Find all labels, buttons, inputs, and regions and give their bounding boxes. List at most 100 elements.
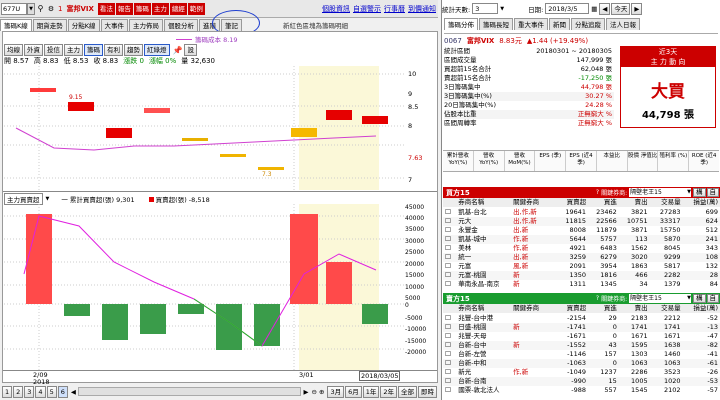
today-button[interactable]: 今天 (611, 2, 631, 15)
help-icon[interactable]: ? (596, 189, 599, 196)
table-row[interactable]: ☐ 凱基-城中 作,新 5644 5757 113 5870 241 (443, 235, 720, 244)
tool-button-5[interactable]: 總經 (169, 2, 187, 15)
sell-btn-2[interactable]: 自 (706, 294, 719, 303)
tool-button-3[interactable]: 籌碼 (133, 2, 151, 15)
link-calendar[interactable]: 行事曆 (384, 4, 405, 14)
tool-button-4[interactable]: 主力 (151, 2, 169, 15)
help-icon[interactable]: ? (596, 295, 599, 302)
table-row[interactable]: ☐ 元大 出,作,新 11815 22566 10751 33317 624 (443, 217, 720, 226)
tab-inst-daily[interactable]: 法人日報 (606, 18, 640, 30)
buy-btn-2[interactable]: 自 (706, 188, 719, 197)
table-row[interactable]: ☐ 元富-桃園新 1350 1816 466 2282 28 (443, 271, 720, 280)
page-4[interactable]: 4 (35, 385, 46, 398)
range-all[interactable]: 全部 (398, 385, 417, 398)
bottom-bar: 1 2 3 4 5 6 ◀ ▶ ⊖ ⊕ 3月 6月 1年 2年 全部 即時 (2, 385, 438, 398)
tool-button-1[interactable]: 看法 (97, 2, 115, 15)
table-row[interactable]: ☐ 台新-台中新 -1552 43 1595 1638 -82 (443, 341, 720, 350)
range-live[interactable]: 即時 (418, 385, 437, 398)
sell-filter-select[interactable]: 隔壁老王15 (629, 294, 688, 303)
candle (144, 108, 170, 113)
buy-filter-select[interactable]: 隔壁老王15 (629, 188, 688, 197)
flow-bar (102, 304, 128, 340)
btn-trend[interactable]: 趨勢 (124, 44, 143, 56)
buy-btn-1[interactable]: 構 (693, 188, 706, 197)
dropdown-arrow-icon[interactable]: ▼ (687, 294, 691, 303)
tool-button-2[interactable]: 報告 (115, 2, 133, 15)
stock-input[interactable]: 677U (1, 2, 27, 15)
search-icon[interactable]: ⚲ (35, 3, 46, 15)
btn-light[interactable]: 紅綠燈 (144, 44, 170, 56)
range-1y[interactable]: 1年 (362, 385, 380, 398)
trend-badge: 近3天 主 力 動 向 大買 44,798 張 (620, 46, 716, 128)
table-row[interactable]: ☐ 新光 作,新 -1049 1237 2286 3523 -26 (443, 368, 720, 377)
btn-settings[interactable]: 設 (184, 44, 197, 56)
table-row[interactable]: ☐ 日盛-桃園新 -1741 0 1741 1741 -13 (443, 323, 720, 332)
tab-chip-term[interactable]: 籌碼長短 (479, 18, 513, 30)
ohlc-readout: 開 8.57 高 8.83 低 8.53 收 8.83 漲跌 0 漲幅 0% 量 32,6… (4, 57, 215, 65)
table-row[interactable]: ☐ 台新-台南 -990 15 1005 1020 -53 (443, 377, 720, 386)
page-2[interactable]: 2 (13, 385, 24, 398)
stat-row: 3日籌碼集中 44,798 張 (444, 83, 612, 91)
dropdown-arrow-icon[interactable]: ▼ (46, 196, 50, 202)
scrollbar[interactable] (77, 387, 301, 396)
zoom-in-icon[interactable]: ⊕ (319, 388, 324, 396)
tab-chip-dist[interactable]: 籌碼分佈 (444, 18, 478, 30)
table-row[interactable]: ☐ 兆豐-天母 -1671 0 1671 1671 -47 (443, 332, 720, 341)
table-row[interactable]: ☐ 美林 作,新 4921 6483 1562 8045 343 (443, 244, 720, 253)
tab-analysis[interactable]: 個股分析 (164, 19, 199, 31)
btn-trust[interactable]: 投信 (44, 44, 63, 56)
scroll-right-icon[interactable]: ▶ (304, 388, 309, 396)
tab-branch-k[interactable]: 分點K線 (67, 19, 100, 31)
btn-chip[interactable]: 籌碼 (84, 44, 103, 56)
page-6[interactable]: 6 (57, 385, 68, 398)
btn-ma[interactable]: 均線 (4, 44, 23, 56)
link-price-alert[interactable]: 到價通知 (408, 4, 436, 14)
link-watch-alert[interactable]: 自選警示 (353, 4, 381, 14)
link-stock-info[interactable]: 個股資訊 (322, 4, 350, 14)
page-3[interactable]: 3 (24, 385, 35, 398)
stats-list: 統計區間 20180301 ~ 20180305 區間成交量 147,999 張 買… (444, 47, 614, 128)
right-toolbar: 統計天數: 3 ▼ 日期: 2018/3/5 ▦ ◀ 今天 ▶ (442, 2, 720, 15)
period-select[interactable]: 3 (472, 3, 499, 14)
page-1[interactable]: 1 (2, 385, 13, 398)
page-5[interactable]: 5 (46, 385, 57, 398)
table-row[interactable]: ☐ 華南永昌-南京新 1311 1345 34 1379 84 (443, 280, 720, 289)
tab-main-layout[interactable]: 主力佈局 (129, 19, 164, 31)
prev-icon[interactable]: ◀ (599, 2, 611, 15)
tab-branch-track[interactable]: 分點追蹤 (571, 18, 605, 30)
range-3m[interactable]: 3月 (327, 385, 345, 398)
price-chart: 9.15 7.3 (4, 66, 404, 190)
tool-button-6[interactable]: 範例 (187, 2, 205, 15)
sell-btn-1[interactable]: 構 (693, 294, 706, 303)
table-row[interactable]: ☐ 台新-左營 -1146 157 1303 1460 -41 (443, 350, 720, 359)
dropdown-arrow-icon[interactable]: ▼ (500, 6, 504, 12)
range-6m[interactable]: 6月 (345, 385, 362, 398)
tab-chip-k[interactable]: 籌碼K線 (0, 19, 32, 31)
tab-news[interactable]: 新聞 (549, 18, 570, 30)
pin-icon[interactable]: 📌 (173, 46, 183, 55)
chart-divider (3, 191, 437, 192)
range-2y[interactable]: 2年 (380, 385, 397, 398)
dropdown-arrow-icon[interactable]: ▼ (687, 188, 691, 197)
dropdown-arrow-icon[interactable]: ▼ (27, 2, 35, 15)
table-row[interactable]: ☐ 元富 風,新 2091 3954 1863 5817 132 (443, 262, 720, 271)
table-row[interactable]: ☐ 國票-敦北法人 -988 557 1545 2102 -57 (443, 386, 720, 395)
zoom-out-icon[interactable]: ⊖ (312, 388, 317, 396)
scroll-left-icon[interactable]: ◀ (71, 388, 76, 396)
date-input[interactable]: 2018/3/5 (545, 3, 590, 14)
tab-events[interactable]: 大事件 (100, 19, 129, 31)
btn-favor[interactable]: 有利 (104, 44, 123, 56)
calendar-icon[interactable]: ▦ (591, 5, 597, 13)
tool-icon[interactable]: ⚙ (46, 5, 56, 13)
btn-foreign[interactable]: 外資 (24, 44, 43, 56)
table-row[interactable]: ☐ 永豐金 出,新 8008 11879 3871 15750 512 (443, 226, 720, 235)
tab-futures[interactable]: 期貨走勢 (32, 19, 67, 31)
btn-main[interactable]: 主力 (64, 44, 83, 56)
table-row[interactable]: ☐ 統一 出,新 3259 6279 3020 9299 108 (443, 253, 720, 262)
tab-major-events[interactable]: 重大事件 (514, 18, 548, 30)
table-row[interactable]: ☐ 兆豐-台中港 -2154 29 2183 2212 -52 (443, 314, 720, 323)
next-icon[interactable]: ▶ (631, 2, 643, 15)
flow-bar (26, 214, 52, 304)
table-row[interactable]: ☐ 台新-中和 -1063 0 1063 1063 -61 (443, 359, 720, 368)
table-row[interactable]: ☐ 凱基-台北 出,作,新 19641 23462 3821 27283 699 (443, 208, 720, 217)
